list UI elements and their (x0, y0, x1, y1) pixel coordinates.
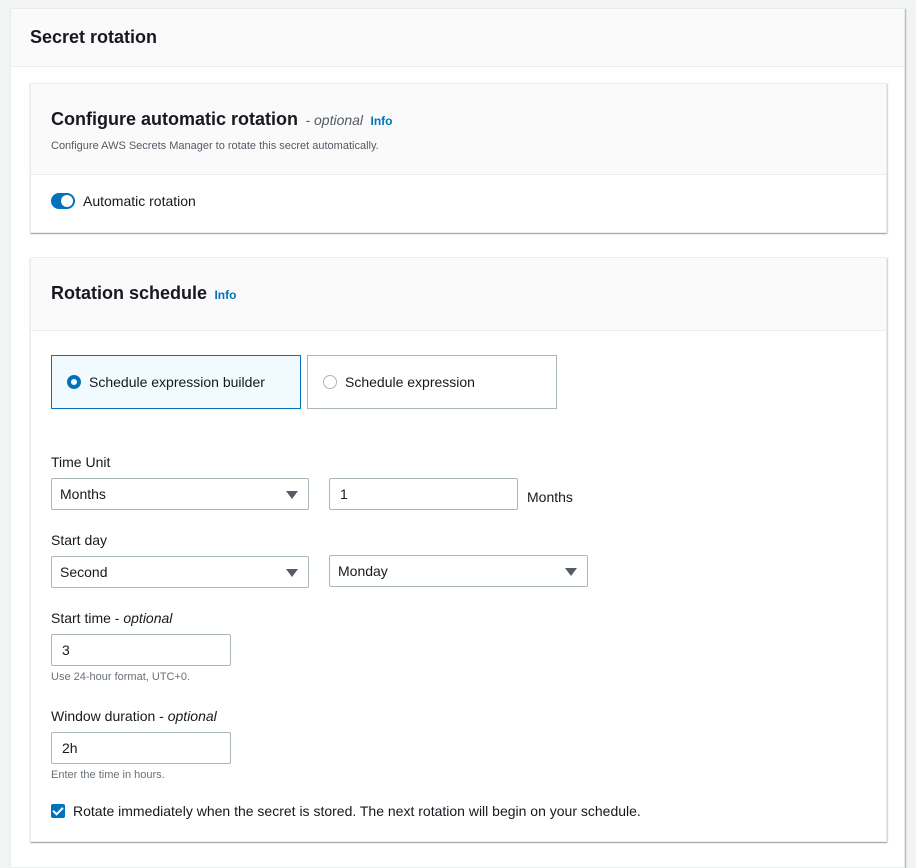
secret-rotation-container: Secret rotation Configure automatic rota… (10, 8, 905, 868)
configure-automatic-rotation-card: Configure automatic rotation - optional … (30, 83, 887, 233)
optional-label: optional (167, 708, 217, 724)
time-unit-label: Time Unit (51, 454, 111, 470)
card-header: Rotation schedule Info (31, 258, 886, 331)
card-title: Configure automatic rotation (51, 109, 298, 129)
tile-schedule-expression-builder[interactable]: Schedule expression builder (51, 355, 301, 409)
caret-down-icon (286, 569, 298, 577)
window-duration-label: Window duration - optional (51, 708, 217, 724)
tile-schedule-expression[interactable]: Schedule expression (307, 355, 557, 409)
window-duration-input[interactable]: 2h (51, 732, 231, 764)
start-time-label-text: Start time (51, 610, 111, 626)
rotate-immediately-checkbox[interactable] (51, 804, 65, 818)
card-description: Configure AWS Secrets Manager to rotate … (51, 140, 379, 152)
select-value: Months (60, 486, 106, 502)
time-unit-select[interactable]: Months (51, 478, 309, 510)
start-day-label: Start day (51, 532, 108, 548)
automatic-rotation-toggle-row: Automatic rotation (31, 175, 886, 209)
rotate-immediately-row: Rotate immediately when the secret is st… (51, 803, 641, 819)
secret-rotation-header: Secret rotation (11, 9, 904, 67)
schedule-type-tiles: Schedule expression builder Schedule exp… (51, 355, 557, 409)
radio-unchecked-icon[interactable] (323, 375, 337, 389)
window-duration-hint: Enter the time in hours. (51, 769, 165, 781)
optional-label: optional (123, 610, 173, 626)
start-day-weekday-select[interactable]: Monday (329, 555, 588, 587)
toggle-knob (61, 195, 73, 207)
start-time-label: Start time - optional (51, 610, 173, 626)
card-header: Configure automatic rotation - optional … (31, 84, 886, 175)
card-title: Rotation schedule (51, 283, 208, 303)
toggle-label: Automatic rotation (83, 193, 196, 209)
tile-label: Schedule expression builder (89, 374, 265, 390)
checkbox-label: Rotate immediately when the secret is st… (73, 803, 641, 819)
select-value: Second (60, 564, 108, 580)
start-time-hint: Use 24-hour format, UTC+0. (51, 671, 191, 683)
input-value: 1 (340, 486, 348, 502)
radio-checked-icon[interactable] (67, 375, 81, 389)
rotation-schedule-card: Rotation schedule Info Schedule expressi… (30, 257, 887, 842)
start-day-week-select[interactable]: Second (51, 556, 309, 588)
caret-down-icon (565, 568, 577, 576)
start-time-input[interactable]: 3 (51, 634, 231, 666)
caret-down-icon (286, 491, 298, 499)
input-value: 2h (62, 740, 78, 756)
select-value: Monday (338, 563, 388, 579)
time-unit-suffix: Months (527, 489, 573, 505)
info-link[interactable]: Info (371, 114, 393, 128)
input-value: 3 (62, 642, 70, 658)
optional-label: - optional (305, 112, 364, 128)
automatic-rotation-toggle[interactable] (51, 193, 75, 209)
window-duration-label-text: Window duration (51, 708, 156, 724)
info-link[interactable]: Info (214, 288, 236, 302)
section-title: Secret rotation (30, 27, 158, 47)
time-unit-value-input[interactable]: 1 (329, 478, 518, 510)
tile-label: Schedule expression (345, 374, 475, 390)
